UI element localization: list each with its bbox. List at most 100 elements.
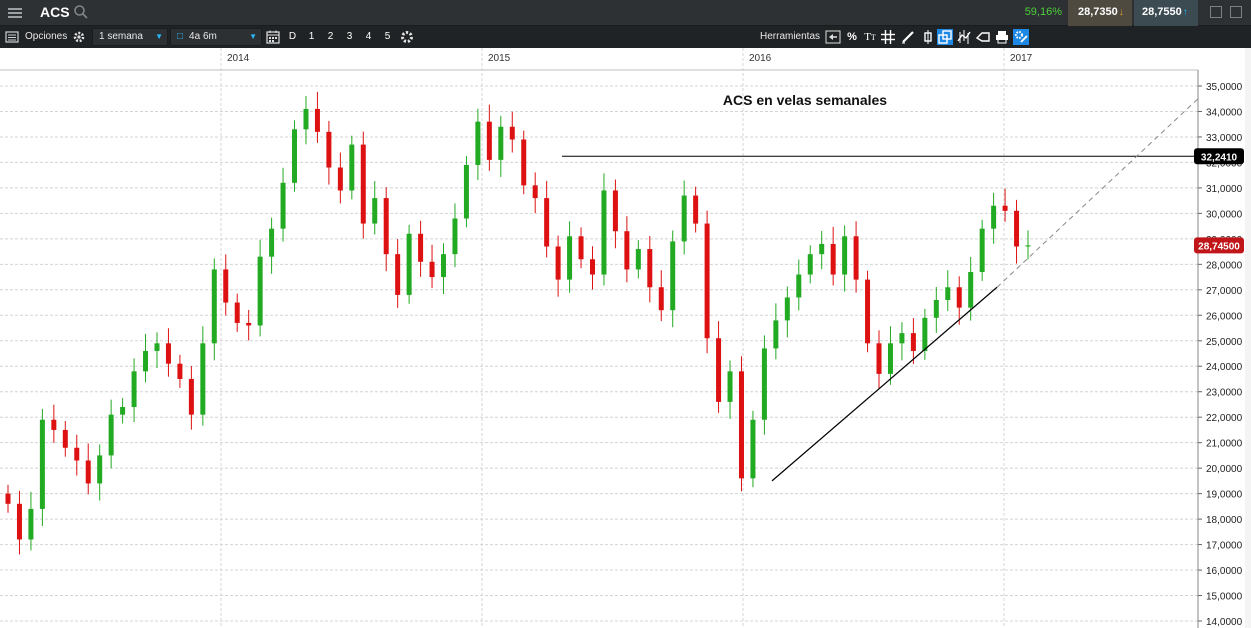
candle-body [727,371,733,402]
candle-body [1014,210,1020,247]
candle-body [406,233,412,295]
zoom-fit-icon[interactable] [825,29,841,45]
price-chart[interactable]: 2014 2015 2016 2017 14,0000 15,0000 16,0000 17… [0,48,1251,628]
x-tick-label: 2015 [488,53,511,64]
candle-body [658,287,664,311]
candle-body [269,228,275,257]
candle-body [349,144,355,191]
candle-body [910,333,916,351]
close-window-icon[interactable] [1230,6,1242,18]
candle-body [188,378,194,415]
arrow-up-icon: ↑ [1182,7,1188,18]
candle-body [601,190,607,275]
candle-body [16,503,22,540]
candle-body [853,236,859,280]
y-tick-label: 21,0000 [1206,439,1243,450]
tools-label: Herramientas [760,31,821,42]
arrow-down-icon: ↓ [1118,7,1124,18]
candle-body [876,343,882,374]
y-tick-label: 34,0000 [1206,107,1243,118]
candle-body [28,508,34,540]
list-icon[interactable] [4,29,20,45]
candle-body [922,317,928,351]
y-tick-label: 20,0000 [1206,464,1243,475]
print-icon[interactable] [994,29,1010,45]
candle-body [131,371,137,407]
candle-body [624,231,630,270]
candle-body [773,320,779,349]
candle-body [819,243,825,255]
options-label[interactable]: Opciones [25,26,67,48]
percent-icon[interactable]: % [844,29,860,45]
y-tick-label: 27,0000 [1206,286,1243,297]
candle-body [5,493,11,504]
last-price-tag: 28,74500 [1198,241,1240,252]
candle-body [750,419,756,479]
eraser-icon[interactable] [975,29,991,45]
candle-body [74,447,80,461]
calendar-icon[interactable] [265,29,281,45]
candle-body [326,131,332,168]
y-tick-label: 24,0000 [1206,362,1243,373]
candle-body [51,419,57,430]
period-button[interactable]: 1 [303,28,320,46]
candle-body [200,343,206,415]
candle-body [418,233,424,262]
settings-tools-icon[interactable] [1013,29,1029,45]
candle-body [979,228,985,272]
candle-body [62,429,68,448]
range-select[interactable]: □ 4a 6m ▼ [170,28,262,46]
candle-body [968,271,974,308]
scroll-strip[interactable] [1245,48,1251,628]
text-tool-icon[interactable]: TT [862,29,878,45]
candle-body [177,363,183,379]
sell-price-button[interactable]: 28,7350↓ [1068,0,1132,26]
period-button[interactable]: 5 [379,28,396,46]
interval-value: 1 semana [99,31,143,42]
sell-price: 28,7350 [1078,6,1118,18]
gear-icon[interactable] [71,29,87,45]
draw-pencil-icon[interactable] [900,29,916,45]
candle-body [933,300,939,318]
y-tick-label: 31,0000 [1206,184,1243,195]
chart-settings-icon[interactable] [399,29,415,45]
interval-select[interactable]: 1 semana ▼ [92,28,168,46]
y-tick-label: 18,0000 [1206,515,1243,526]
top-bar: ACS 59,16% 28,7350↓ 28,7550↑ [0,0,1251,26]
menu-icon[interactable] [6,5,24,21]
period-button[interactable]: 2 [322,28,339,46]
y-tick-label: 14,0000 [1206,617,1243,628]
y-tick-label: 23,0000 [1206,388,1243,399]
candle-body [463,164,469,219]
candle-body [360,144,366,224]
candle-body [635,249,641,270]
y-tick-label: 33,0000 [1206,133,1243,144]
compare-icon[interactable] [937,29,953,45]
candle-body [956,287,962,308]
buy-price-button[interactable]: 28,7550↑ [1134,0,1198,26]
period-button[interactable]: D [284,28,301,46]
candle-body [578,236,584,260]
restore-window-icon[interactable] [1210,6,1222,18]
candle-body [865,279,871,344]
candle-body [475,121,481,165]
x-tick-label: 2014 [227,53,250,64]
lock-icon: □ [177,31,184,42]
candle-type-icon[interactable] [920,29,936,45]
period-button[interactable]: 4 [360,28,377,46]
y-tick-label: 25,0000 [1206,337,1243,348]
candle-body [85,460,91,484]
y-tick-label: 19,0000 [1206,490,1243,501]
search-icon[interactable] [73,4,89,20]
grid-icon[interactable] [880,29,896,45]
y-tick-label: 30,0000 [1206,209,1243,220]
indicator-icon[interactable] [956,29,972,45]
candle-body [280,182,286,229]
period-button[interactable]: 3 [341,28,358,46]
candle-body [429,261,435,278]
candle-body [842,236,848,275]
x-tick-label: 2017 [1010,53,1033,64]
candle-body [452,218,458,255]
candle-body [899,333,905,344]
candle-body [120,407,126,415]
